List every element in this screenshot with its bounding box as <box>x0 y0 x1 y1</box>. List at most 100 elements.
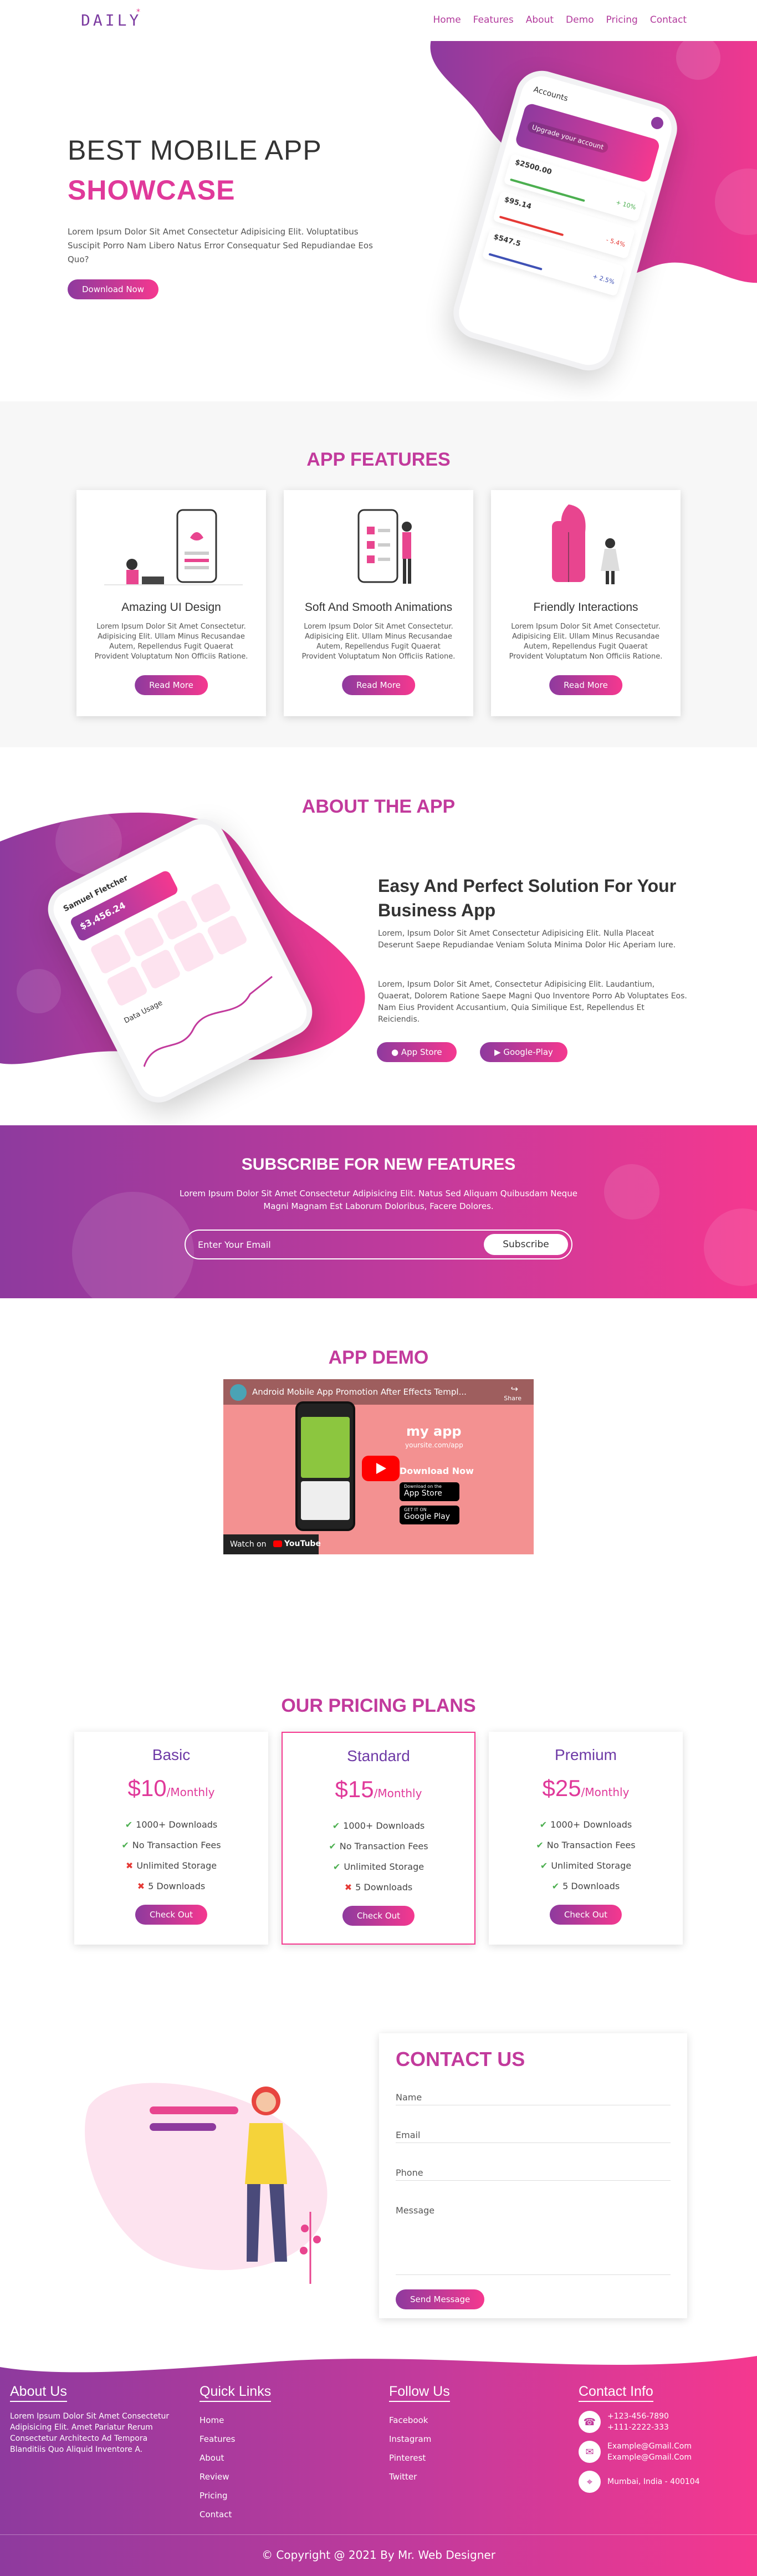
price-amount: $15 <box>335 1776 374 1802</box>
nav-link-pricing[interactable]: Pricing <box>606 14 638 25</box>
email-address[interactable]: Example@Gmail.Com <box>607 2452 692 2463</box>
nav-link-home[interactable]: Home <box>433 14 461 25</box>
footer-link-features[interactable]: Features <box>200 2430 271 2449</box>
watch-on-label: Watch on <box>230 1540 267 1549</box>
footer-links-title: Quick Links <box>200 2384 272 2402</box>
upgrade-label: Upgrade your account <box>526 120 610 154</box>
nav-link-demo[interactable]: Demo <box>566 14 594 25</box>
footer-link-home[interactable]: Home <box>200 2411 271 2430</box>
app-store-button[interactable]: ● App Store <box>377 1042 457 1062</box>
read-more-button[interactable]: Read More <box>135 675 208 695</box>
plan-feature: ✔ 1000+ Downloads <box>489 1819 683 1840</box>
plan-feature-text: 1000+ Downloads <box>550 1819 632 1830</box>
app-store-label: App Store <box>401 1047 442 1057</box>
plan-features: ✔ 1000+ Downloads ✔ No Transaction Fees ✔ U… <box>283 1820 474 1902</box>
subscribe-button[interactable]: Subscribe <box>484 1234 568 1255</box>
badge-large: Google Play <box>404 1512 451 1521</box>
subscribe-form: Subscribe <box>185 1230 572 1259</box>
check-out-button[interactable]: Check Out <box>342 1906 415 1926</box>
phone-avatar <box>649 115 665 131</box>
pricing-card-premium: Premium $25/Monthly ✔ 1000+ Downloads ✔ No… <box>489 1732 683 1945</box>
decor-bubble <box>704 1208 757 1286</box>
contact-section: CONTACT US Send Message <box>0 1996 757 2356</box>
share-label: Share <box>504 1395 521 1402</box>
phone-field[interactable] <box>396 2165 671 2181</box>
footer-link-pricing[interactable]: Pricing <box>200 2486 271 2505</box>
email-input[interactable] <box>198 1237 464 1252</box>
nav-link-about[interactable]: About <box>526 14 554 25</box>
badge-large: App Store <box>404 1489 442 1498</box>
footer-about: About Us Lorem Ipsum Dolor Sit Amet Cons… <box>10 2384 176 2455</box>
footer-quick-links: Quick Links Home Features About Review P… <box>200 2384 272 2524</box>
logo-star-mark: * <box>136 8 140 17</box>
plan-feature-text: 5 Downloads <box>148 1881 206 1891</box>
nav-link-features[interactable]: Features <box>473 14 514 25</box>
play-button[interactable] <box>362 1456 400 1481</box>
cross-icon: ✖ <box>137 1881 145 1891</box>
plan-feature: ✔ No Transaction Fees <box>489 1840 683 1860</box>
email-field[interactable] <box>396 2128 671 2143</box>
check-icon: ✔ <box>333 1861 341 1872</box>
phone-accounts-title: Accounts <box>532 85 569 104</box>
footer-link-contact[interactable]: Contact <box>200 2505 271 2524</box>
footer-link-twitter[interactable]: Twitter <box>389 2467 450 2486</box>
download-now-button[interactable]: Download Now <box>68 279 158 299</box>
video-phone-screen <box>301 1417 350 1478</box>
top-navbar: DAILY * Home Features About Demo Pricing… <box>0 0 757 41</box>
check-icon: ✔ <box>329 1841 336 1851</box>
email-address[interactable]: Example@Gmail.Com <box>607 2441 692 2452</box>
feature-card: Amazing UI Design Lorem Ipsum Dolor Sit … <box>76 490 266 716</box>
app-tile <box>156 899 199 941</box>
plan-name: Standard <box>347 1747 410 1764</box>
watch-on-youtube[interactable]: Watch on YouTube <box>223 1534 321 1554</box>
nav-menu: Home Features About Demo Pricing Contact <box>433 14 687 25</box>
video-app-name: my app <box>406 1424 462 1439</box>
demo-title: APP DEMO <box>328 1347 429 1368</box>
read-more-button[interactable]: Read More <box>549 675 622 695</box>
phone-number: +123-456-7890 <box>607 2412 669 2421</box>
hero-section: BEST MOBILE APP SHOWCASE Lorem Ipsum Dol… <box>0 41 757 401</box>
animations-illustration <box>357 509 412 584</box>
hero-description: Lorem Ipsum Dolor Sit Amet Consectetur A… <box>68 227 373 264</box>
read-more-button[interactable]: Read More <box>342 675 415 695</box>
feature-card: Friendly Interactions Lorem Ipsum Dolor … <box>491 490 681 716</box>
feature-text: Lorem Ipsum Dolor Sit Amet Consectetur. … <box>94 623 248 661</box>
youtube-label: YouTube <box>284 1539 321 1548</box>
name-field[interactable] <box>396 2090 671 2105</box>
subscribe-section: SUBSCRIBE FOR NEW FEATURES Lorem Ipsum D… <box>0 1125 757 1298</box>
footer-divider <box>0 2534 757 2535</box>
send-message-button[interactable]: Send Message <box>396 2289 485 2309</box>
footer-contact-info: Contact Info ☎ +123-456-7890 +111-2222-33… <box>579 2384 700 2501</box>
app-tile <box>122 916 165 958</box>
price-period: /Monthly <box>374 1787 422 1800</box>
plan-feature: ✔ 5 Downloads <box>489 1881 683 1901</box>
plan-feature-text: Unlimited Storage <box>136 1860 217 1871</box>
footer-link-review[interactable]: Review <box>200 2467 271 2486</box>
footer-link-about[interactable]: About <box>200 2449 271 2467</box>
nav-link-contact[interactable]: Contact <box>650 14 687 25</box>
video-player[interactable]: Android Mobile App Promotion After Effec… <box>223 1379 534 1554</box>
badge-small: GET IT ON <box>404 1507 427 1512</box>
plan-feature-text: 1000+ Downloads <box>136 1819 218 1830</box>
check-out-button[interactable]: Check Out <box>135 1905 208 1925</box>
logo[interactable]: DAILY <box>81 11 141 29</box>
about-paragraph-1: Lorem, Ipsum Dolor Sit Amet Consectetur … <box>378 929 676 950</box>
footer: About Us Lorem Ipsum Dolor Sit Amet Cons… <box>0 2345 757 2576</box>
plan-features: ✔ 1000+ Downloads ✔ No Transaction Fees ✔ U… <box>489 1819 683 1901</box>
card-progress <box>488 253 543 271</box>
check-out-button[interactable]: Check Out <box>549 1905 622 1925</box>
subscribe-text: Lorem Ipsum Dolor Sit Amet Consectetur A… <box>180 1188 577 1211</box>
share-icon[interactable]: ↪ <box>511 1384 518 1394</box>
plan-feature-text: No Transaction Fees <box>132 1840 221 1850</box>
footer-link-pinterest[interactable]: Pinterest <box>389 2449 450 2467</box>
price-period: /Monthly <box>166 1786 215 1799</box>
footer-link-instagram[interactable]: Instagram <box>389 2430 450 2449</box>
message-field[interactable] <box>396 2203 671 2275</box>
plan-feature: ✔ No Transaction Fees <box>74 1840 268 1860</box>
plan-feature-text: 1000+ Downloads <box>343 1820 425 1831</box>
demo-section: APP DEMO Android Mobile App Promotion Af… <box>0 1298 757 1663</box>
google-play-button[interactable]: ▶ Google-Play <box>480 1042 567 1062</box>
footer-link-facebook[interactable]: Facebook <box>389 2411 450 2430</box>
contact-form-card: CONTACT US Send Message <box>379 2033 687 2318</box>
plan-feature: ✔ 1000+ Downloads <box>283 1820 474 1841</box>
